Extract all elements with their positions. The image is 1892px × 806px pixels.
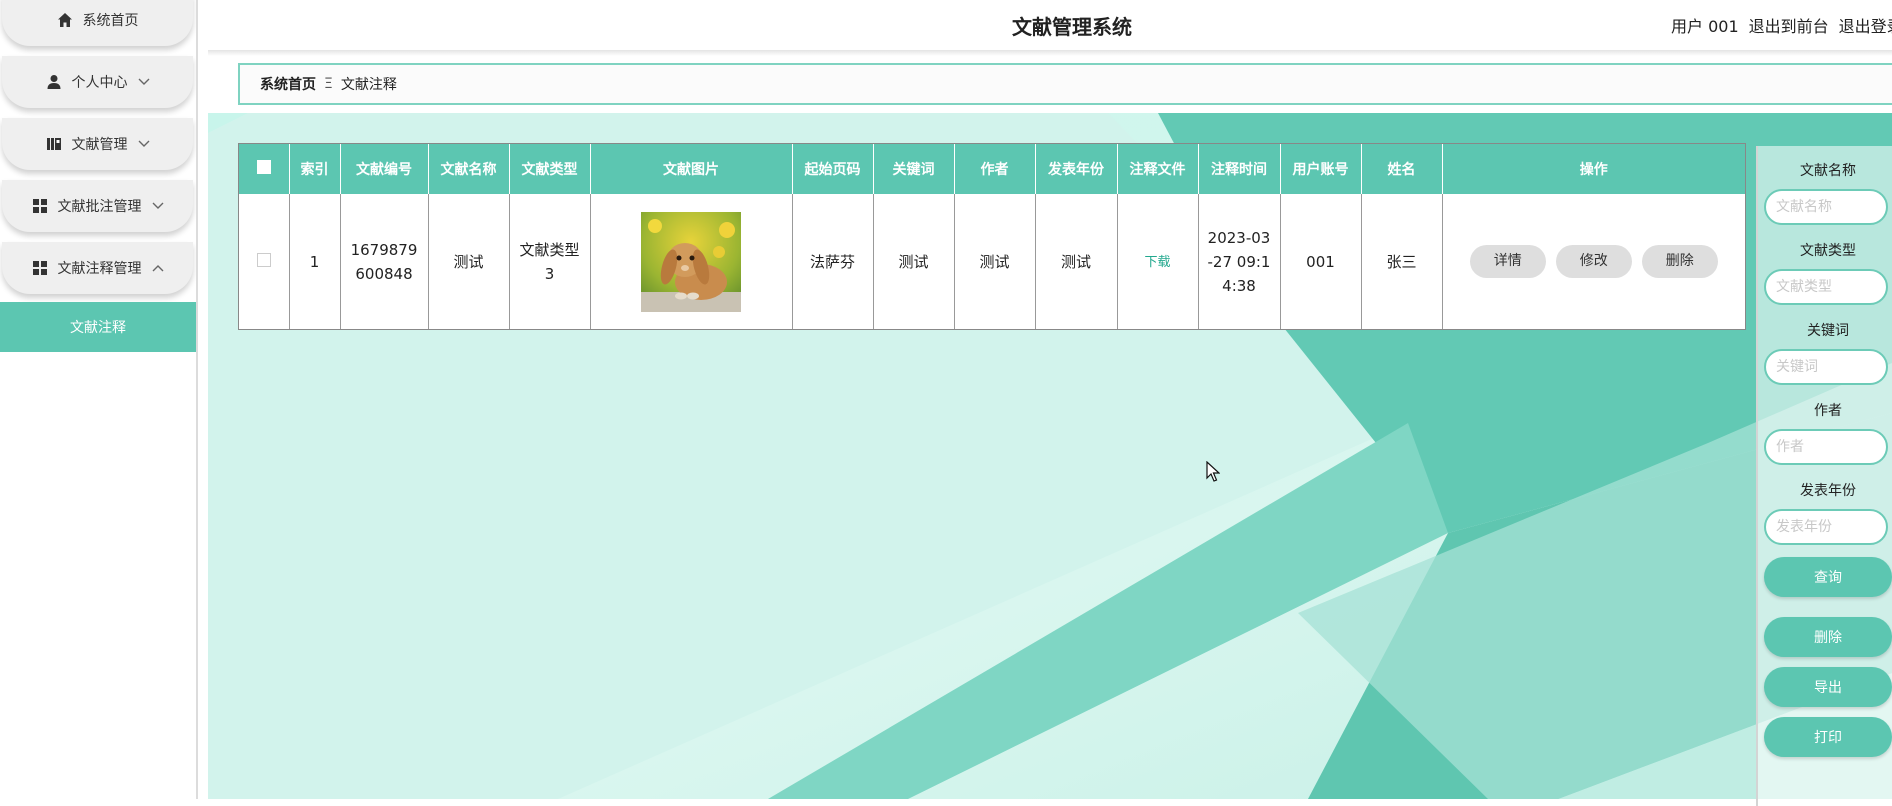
header-shadow	[208, 50, 1892, 56]
grid-icon	[32, 198, 48, 214]
row-checkbox[interactable]	[256, 252, 271, 267]
cell-doc-name: 测试	[428, 194, 510, 329]
app-title: 文献管理系统	[1012, 15, 1132, 39]
sidebar-item-annotation-management[interactable]: 文献批注管理	[2, 180, 193, 232]
doc-type-label: 文献类型	[1800, 243, 1856, 259]
column-header[interactable]: 关键词	[873, 144, 955, 194]
sidebar-item-home[interactable]: 系统首页	[2, 0, 193, 46]
chevron-down-icon	[138, 75, 150, 89]
sidebar-item-label: 文献注释管理	[57, 261, 142, 277]
doc-type-text: 文献类型3	[519, 240, 580, 283]
column-header[interactable]: 用户账号	[1280, 144, 1362, 194]
table-row: 1 1679879600848 测试 文献类型3 法萨芬 测试 测试 测试 下载…	[239, 194, 1745, 329]
search-panel: 文献名称 文献类型 关键词 作者 发表年份 查询 删除 导出 打印	[1756, 146, 1892, 806]
cell-account: 001	[1280, 194, 1362, 329]
sidebar-item-label: 文献管理	[71, 137, 128, 153]
cell-keyword: 测试	[873, 194, 955, 329]
cell-actions: 详情 修改 删除	[1442, 194, 1745, 329]
cell-start-page: 法萨芬	[792, 194, 874, 329]
cell-name: 张三	[1361, 194, 1443, 329]
column-header[interactable]: 起始页码	[792, 144, 874, 194]
sidebar-item-label: 个人中心	[71, 75, 128, 91]
sidebar-item-doc-management[interactable]: 文献管理	[2, 118, 193, 170]
annotation-time-text: 2023-03-27 09:14:38	[1207, 228, 1271, 295]
cell-annotation-file: 下载	[1117, 194, 1199, 329]
breadcrumb-current: 文献注释	[340, 77, 397, 93]
sidebar: 系统首页 个人中心 文献管理 文献批注管理 文献注释管理 文献注释	[0, 0, 198, 799]
table-header-row: 索引 文献编号 文献名称 文献类型 文献图片 起始页码 关键词 作者 发表年份 …	[239, 144, 1745, 194]
sidebar-item-notes-management[interactable]: 文献注释管理	[2, 242, 193, 294]
edit-button[interactable]: 修改	[1555, 245, 1632, 278]
back-to-front-link[interactable]: 退出到前台	[1749, 17, 1829, 36]
cell-doc-image	[590, 194, 793, 329]
cell-index: 1	[289, 194, 341, 329]
column-header[interactable]: 注释时间	[1198, 144, 1281, 194]
logout-link[interactable]: 退出登录	[1839, 17, 1892, 36]
column-header[interactable]: 发表年份	[1035, 144, 1118, 194]
column-header: 操作	[1442, 144, 1745, 194]
select-all-checkbox[interactable]	[256, 160, 271, 174]
cell-year: 测试	[1035, 194, 1118, 329]
home-icon	[57, 12, 73, 28]
cell-doc-type: 文献类型3	[509, 194, 591, 329]
chevron-down-icon	[152, 199, 164, 213]
column-header[interactable]: 注释文件	[1117, 144, 1199, 194]
user-area: 用户 001 退出到前台退出登录	[1671, 13, 1892, 37]
column-header[interactable]: 文献编号	[340, 144, 429, 194]
cell-author: 测试	[954, 194, 1036, 329]
breadcrumb-home[interactable]: 系统首页	[260, 74, 316, 94]
export-button[interactable]: 导出	[1764, 667, 1892, 707]
column-header[interactable]: 姓名	[1361, 144, 1443, 194]
select-all-cell	[239, 144, 290, 194]
year-input[interactable]	[1764, 509, 1888, 545]
data-table: 索引 文献编号 文献名称 文献类型 文献图片 起始页码 关键词 作者 发表年份 …	[238, 143, 1746, 330]
column-header[interactable]: 文献图片	[590, 144, 793, 194]
row-select-cell	[239, 194, 290, 329]
doc-image-rabbit[interactable]	[641, 211, 741, 312]
download-link[interactable]: 下载	[1144, 255, 1170, 270]
print-button[interactable]: 打印	[1764, 717, 1892, 757]
delete-row-button[interactable]: 删除	[1641, 245, 1718, 278]
column-header[interactable]: 文献名称	[428, 144, 510, 194]
author-input[interactable]	[1764, 429, 1888, 465]
chevron-down-icon	[138, 137, 150, 151]
author-label: 作者	[1814, 403, 1842, 419]
sidebar-subitem-notes[interactable]: 文献注释	[0, 302, 196, 352]
keyword-input[interactable]	[1764, 349, 1888, 385]
user-icon	[46, 74, 62, 90]
doc-name-input[interactable]	[1764, 189, 1888, 225]
keyword-label: 关键词	[1807, 323, 1849, 339]
current-user: 用户 001	[1671, 17, 1739, 36]
column-header[interactable]: 作者	[954, 144, 1036, 194]
book-icon	[46, 136, 62, 152]
breadcrumb-separator: Ξ	[324, 76, 333, 92]
chevron-up-icon	[152, 261, 164, 275]
sidebar-item-label: 系统首页	[82, 13, 139, 29]
breadcrumb: 系统首页 Ξ 文献注释	[238, 63, 1892, 105]
cell-doc-no: 1679879600848	[340, 194, 429, 329]
column-header[interactable]: 文献类型	[509, 144, 591, 194]
query-button[interactable]: 查询	[1764, 557, 1892, 597]
detail-button[interactable]: 详情	[1469, 245, 1546, 278]
doc-no-text: 1679879600848	[350, 240, 418, 283]
grid-icon	[32, 260, 48, 276]
doc-type-input[interactable]	[1764, 269, 1888, 305]
sidebar-item-label: 文献批注管理	[57, 199, 142, 215]
column-header[interactable]: 索引	[289, 144, 341, 194]
mouse-cursor-icon	[1206, 460, 1221, 487]
cell-annotation-time: 2023-03-27 09:14:38	[1198, 194, 1281, 329]
doc-name-label: 文献名称	[1800, 163, 1856, 179]
sidebar-item-personal-center[interactable]: 个人中心	[2, 56, 193, 108]
batch-delete-button[interactable]: 删除	[1764, 617, 1892, 657]
year-label: 发表年份	[1800, 483, 1856, 499]
